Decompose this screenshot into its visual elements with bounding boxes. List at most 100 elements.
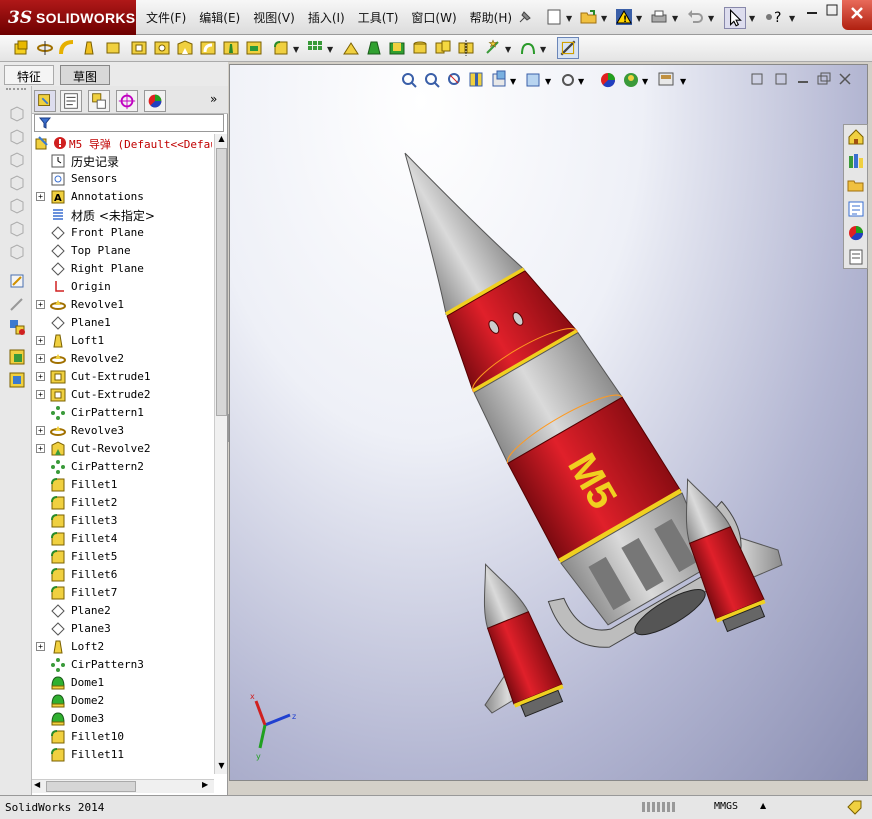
print-icon[interactable] [650, 8, 668, 26]
restore-icon[interactable] [826, 4, 838, 16]
solidworks-logo[interactable]: 3S SOLIDWORKS [0, 0, 136, 35]
tree-item-cut-extrude1[interactable]: + Cut-Extrude1 [32, 368, 212, 386]
smart-dimension-icon[interactable] [8, 272, 26, 290]
tree-item-origin[interactable]: Origin [32, 278, 212, 296]
tree-item-cirpattern1[interactable]: CirPattern1 [32, 404, 212, 422]
tree-item-sensors[interactable]: Sensors [32, 170, 212, 188]
tree-item-fillet3[interactable]: Fillet3 [32, 512, 212, 530]
tree-vertical-scrollbar[interactable]: ▲ ▼ [214, 134, 227, 774]
tree-item-fillet6[interactable]: Fillet6 [32, 566, 212, 584]
view-front-icon[interactable] [8, 104, 26, 122]
curves-dropdown-caret[interactable]: ▼ [540, 45, 546, 54]
fillet-dropdown-caret[interactable]: ▼ [293, 45, 299, 54]
tree-item-cut-revolve2[interactable]: + Cut-Revolve2 [32, 440, 212, 458]
tree-item-loft1[interactable]: + Loft1 [32, 332, 212, 350]
scroll-up-arrow-icon[interactable]: ▲ [216, 134, 227, 146]
design-library-icon[interactable] [847, 152, 865, 170]
tab-sketch[interactable]: 草图 [60, 65, 111, 85]
new-document-icon[interactable] [545, 8, 563, 26]
hole-wizard-icon[interactable] [153, 39, 171, 57]
tree-item-annotations[interactable]: + A Annotations [32, 188, 212, 206]
property-manager-tab-icon[interactable] [60, 90, 82, 112]
custom-properties-icon[interactable] [847, 248, 865, 266]
scroll-right-arrow-icon[interactable]: ▶ [202, 780, 212, 789]
menu-edit[interactable]: 编辑(E) [199, 9, 240, 26]
feature-tree-tab-icon[interactable] [34, 90, 56, 112]
rib-icon[interactable] [342, 39, 360, 57]
menu-window[interactable]: 窗口(W) [411, 9, 456, 26]
feature-filter-input[interactable] [34, 114, 224, 132]
scroll-down-arrow-icon[interactable]: ▼ [216, 761, 227, 773]
sketch-line-icon[interactable] [8, 295, 26, 313]
configuration-manager-tab-icon[interactable] [88, 90, 110, 112]
sweep-boss-icon[interactable] [58, 39, 76, 57]
appearances-scenes-icon[interactable] [847, 224, 865, 242]
view-isometric-icon[interactable] [8, 242, 26, 260]
view-back-icon[interactable] [8, 127, 26, 145]
expand-toggle-icon[interactable]: + [36, 372, 45, 381]
view-palette-icon[interactable] [847, 200, 865, 218]
curves-icon[interactable] [519, 39, 537, 57]
revolve-boss-icon[interactable] [36, 39, 54, 57]
extrude-cut-icon[interactable] [130, 39, 148, 57]
shell-icon[interactable] [388, 39, 406, 57]
view-right-icon[interactable] [8, 173, 26, 191]
fillet-icon[interactable] [272, 39, 290, 57]
tree-hscroll-thumb[interactable] [46, 781, 136, 792]
tree-item-cirpattern2[interactable]: CirPattern2 [32, 458, 212, 476]
tree-item-fillet2[interactable]: Fillet2 [32, 494, 212, 512]
reference-dropdown-caret[interactable]: ▼ [505, 45, 511, 54]
view-bottom-icon[interactable] [8, 219, 26, 237]
graphics-area[interactable]: ▼ ▼ ▼ ▼ ▼ M5 z x y [229, 64, 868, 781]
tree-item-fillet10[interactable]: Fillet10 [32, 728, 212, 746]
expand-toggle-icon[interactable]: + [36, 336, 45, 345]
tree-item-dome2[interactable]: Dome2 [32, 692, 212, 710]
select-dropdown-caret[interactable]: ▼ [749, 14, 755, 23]
expand-tabs-chevron-icon[interactable]: » [210, 92, 217, 106]
expand-toggle-icon[interactable]: + [36, 390, 45, 399]
open-folder-icon[interactable] [580, 8, 598, 26]
tree-item-top-plane[interactable]: Top Plane [32, 242, 212, 260]
menu-file[interactable]: 文件(F) [146, 9, 186, 26]
rocket-model[interactable]: M5 z x y [230, 65, 868, 781]
tree-item-revolve3[interactable]: + Revolve3 [32, 422, 212, 440]
select-arrow-icon[interactable] [724, 7, 746, 29]
tree-scroll-thumb[interactable] [216, 148, 227, 416]
expand-toggle-icon[interactable]: + [36, 642, 45, 651]
revolved-cut-icon[interactable] [176, 39, 194, 57]
expand-toggle-icon[interactable]: + [36, 192, 45, 201]
tree-item-plane2[interactable]: Plane2 [32, 602, 212, 620]
pin-icon[interactable] [516, 8, 534, 26]
units-dropdown-caret[interactable]: ▲ [760, 801, 766, 810]
units-indicator[interactable]: MMGS [714, 801, 738, 812]
new-dropdown-caret[interactable]: ▼ [566, 14, 572, 23]
toolbar-grip[interactable] [6, 88, 26, 90]
tree-item-fillet5[interactable]: Fillet5 [32, 548, 212, 566]
dimxpert-tab-icon[interactable] [116, 90, 138, 112]
view-top-icon[interactable] [8, 196, 26, 214]
tree-item-fillet11[interactable]: Fillet11 [32, 746, 212, 764]
draft-icon[interactable] [365, 39, 383, 57]
insert-part-icon[interactable] [8, 348, 26, 366]
menu-help[interactable]: 帮助(H) [470, 9, 512, 26]
expand-toggle-icon[interactable]: + [36, 300, 45, 309]
tab-features[interactable]: 特征 [4, 65, 55, 85]
print-dropdown-caret[interactable]: ▼ [672, 14, 678, 23]
reference-geometry-icon[interactable] [484, 39, 502, 57]
combine-bodies-icon[interactable] [8, 371, 26, 389]
undo-icon[interactable] [686, 8, 704, 26]
tree-item-fillet7[interactable]: Fillet7 [32, 584, 212, 602]
display-manager-tab-icon[interactable] [144, 90, 166, 112]
tree-item-fillet4[interactable]: Fillet4 [32, 530, 212, 548]
expand-toggle-icon[interactable]: + [36, 444, 45, 453]
view-left-icon[interactable] [8, 150, 26, 168]
close-window-button[interactable] [842, 0, 872, 30]
expand-toggle-icon[interactable]: + [36, 354, 45, 363]
extrude-boss-icon[interactable] [12, 39, 30, 57]
instant3d-icon[interactable] [557, 37, 579, 59]
tree-item-fillet1[interactable]: Fillet1 [32, 476, 212, 494]
undo-dropdown-caret[interactable]: ▼ [708, 14, 714, 23]
tree-item-plane3[interactable]: Plane3 [32, 620, 212, 638]
menu-insert[interactable]: 插入(I) [308, 9, 345, 26]
expand-toggle-icon[interactable]: + [36, 426, 45, 435]
